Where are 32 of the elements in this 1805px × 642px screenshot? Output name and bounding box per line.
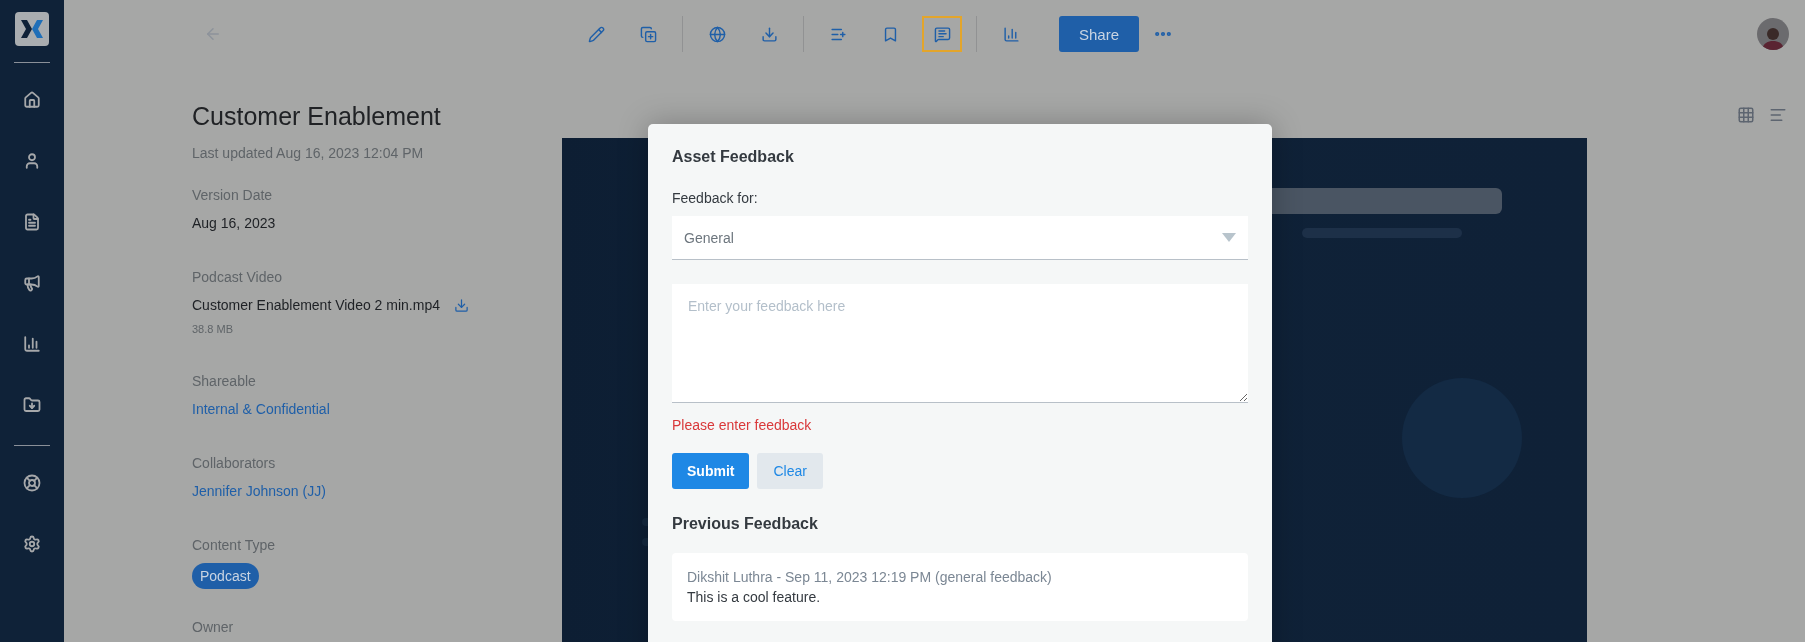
- comment-icon[interactable]: [922, 16, 962, 52]
- field-link[interactable]: Internal & Confidential: [192, 401, 330, 417]
- content-type-tag: Podcast: [192, 563, 259, 589]
- list-view-icon[interactable]: [1769, 106, 1787, 124]
- clear-button[interactable]: Clear: [757, 453, 823, 489]
- field-label: Podcast Video: [192, 269, 283, 285]
- grid-view-icon[interactable]: [1737, 106, 1755, 124]
- feedback-for-select[interactable]: General: [672, 216, 1248, 260]
- field-value: Aug 16, 2023: [192, 215, 276, 231]
- field-link[interactable]: Jennifer Johnson (JJ): [192, 483, 326, 499]
- field-label: Version Date: [192, 187, 273, 203]
- dialog-title: Asset Feedback: [672, 148, 795, 166]
- asset-title: Customer Enablement: [192, 102, 441, 131]
- section-title: Previous Feedback: [672, 515, 819, 533]
- download-icon[interactable]: [454, 297, 469, 313]
- field-label: Shareable: [192, 373, 256, 389]
- feedback-meta: Dikshit Luthra - Sep 11, 2023 12:19 PM (general feedback): [687, 569, 1052, 585]
- file-name: Customer Enablement Video 2 min.mp4: [192, 297, 440, 313]
- file-size: 38.8 MB: [192, 323, 233, 335]
- share-button[interactable]: Share: [1059, 16, 1140, 52]
- field-label: Collaborators: [192, 455, 276, 471]
- field-label: Owner: [192, 619, 234, 635]
- app-logo[interactable]: [15, 12, 49, 46]
- last-updated: Last updated Aug 16, 2023 12:04 PM: [192, 145, 424, 161]
- feedback-text: This is a cool feature.: [687, 589, 821, 605]
- field-label: Feedback for:: [672, 190, 759, 206]
- submit-button[interactable]: Submit: [672, 453, 750, 489]
- error-message: Please enter feedback: [672, 417, 813, 433]
- feedback-field[interactable]: Enter your feedback here: [672, 284, 1248, 403]
- field-label: Content Type: [192, 537, 276, 553]
- avatar[interactable]: [1757, 18, 1789, 50]
- caret-icon[interactable]: [1222, 233, 1236, 242]
